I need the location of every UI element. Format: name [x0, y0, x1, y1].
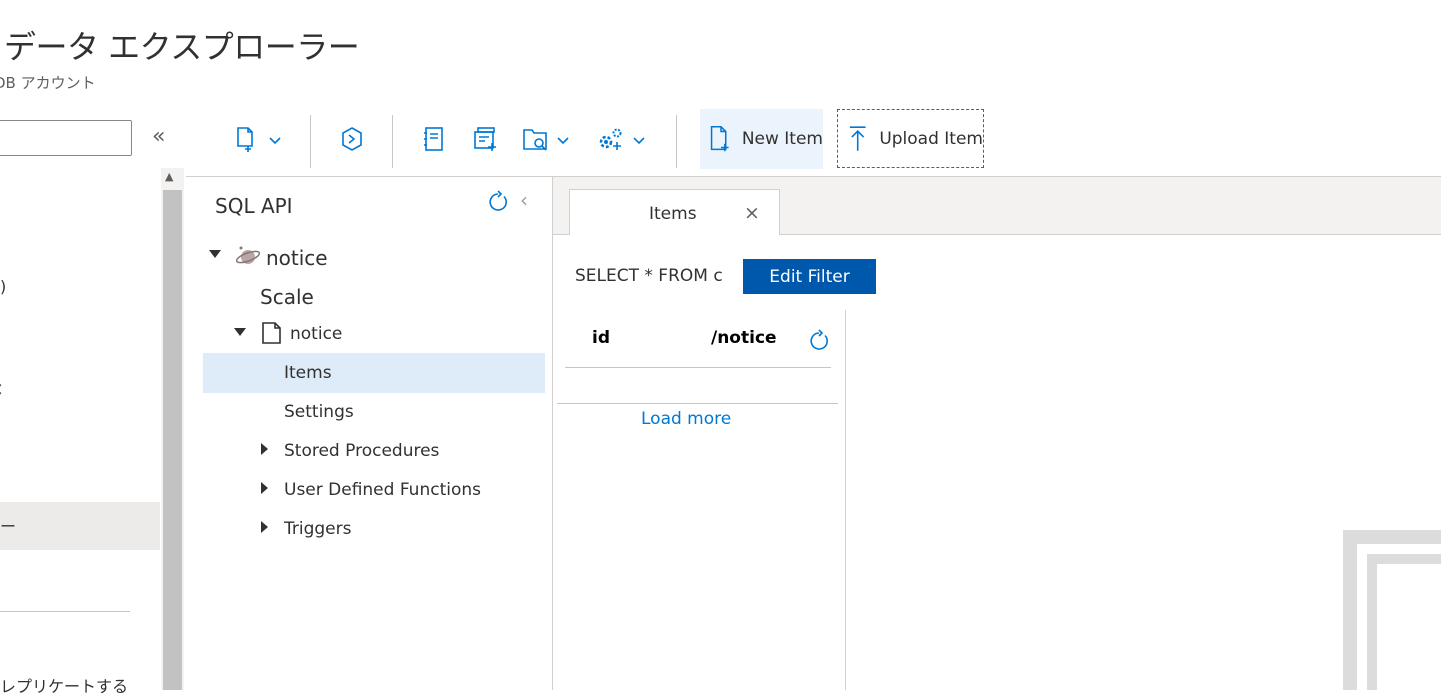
- close-tab-icon[interactable]: ×: [744, 202, 760, 224]
- new-stored-procedure-button[interactable]: [465, 122, 505, 156]
- tree-container-notice[interactable]: notice: [290, 324, 342, 344]
- page-subtitle: DB アカウント: [0, 74, 96, 92]
- tree-title: SQL API: [215, 194, 293, 218]
- notebook-icon: [424, 127, 443, 151]
- tab-items-label: Items: [649, 204, 697, 224]
- toolbar-separator: [676, 115, 677, 168]
- refresh-tree-icon[interactable]: [486, 190, 510, 218]
- query-text: SELECT * FROM c: [575, 266, 723, 286]
- column-header-partition-key[interactable]: /notice: [711, 328, 777, 348]
- nav-divider: [0, 611, 130, 612]
- edit-filter-button[interactable]: Edit Filter: [743, 259, 876, 294]
- nav-item-replicate[interactable]: レプリケートする: [0, 673, 128, 697]
- tree-item-items[interactable]: Items: [284, 363, 332, 383]
- page-title: データ エクスプローラー: [4, 28, 360, 66]
- nav-item-selected[interactable]: [0, 502, 160, 550]
- expand-database-icon[interactable]: [209, 250, 221, 258]
- grid-header-divider: [565, 367, 831, 368]
- nav-search-input[interactable]: [0, 120, 132, 156]
- tree-item-triggers[interactable]: Triggers: [284, 519, 352, 539]
- nav-item-fragment-2[interactable]: ：: [0, 375, 12, 399]
- new-sql-query-button[interactable]: [414, 122, 454, 156]
- toolbar-separator: [310, 115, 311, 168]
- collapse-nav-icon[interactable]: «: [152, 124, 165, 149]
- nav-item-fragment[interactable]: ): [0, 277, 6, 296]
- open-query-button[interactable]: [520, 122, 576, 156]
- refresh-documents-icon[interactable]: [807, 329, 831, 357]
- collapse-tree-icon[interactable]: ‹: [520, 188, 528, 212]
- column-header-id[interactable]: id: [592, 328, 610, 348]
- tree-item-udfs[interactable]: User Defined Functions: [284, 480, 481, 500]
- new-document-icon: [710, 125, 729, 152]
- settings-menu-button[interactable]: [595, 122, 653, 156]
- folder-search-icon: [523, 129, 569, 151]
- expand-udfs-icon[interactable]: [261, 482, 268, 494]
- upload-icon: [849, 125, 866, 151]
- scroll-up-icon[interactable]: ▲: [165, 170, 173, 183]
- new-item-label: New Item: [741, 129, 823, 149]
- synapse-icon: [342, 127, 362, 151]
- database-icon: [235, 244, 261, 272]
- scrollbar-thumb[interactable]: [163, 190, 182, 690]
- load-more-link[interactable]: Load more: [641, 409, 731, 429]
- grid-row-divider: [557, 403, 838, 404]
- stored-procedure-icon: [474, 127, 496, 151]
- expand-stored-procedures-icon[interactable]: [261, 443, 268, 455]
- expand-container-icon[interactable]: [234, 328, 246, 336]
- upload-item-button[interactable]: Upload Item: [837, 109, 984, 168]
- new-item-button[interactable]: New Item: [700, 109, 823, 169]
- expand-triggers-icon[interactable]: [261, 521, 268, 533]
- nav-item-selected-label: ー: [0, 517, 17, 536]
- new-container-button[interactable]: [232, 122, 288, 156]
- gears-icon: [599, 128, 645, 150]
- pane-splitter[interactable]: [552, 177, 553, 690]
- tree-item-scale[interactable]: Scale: [260, 285, 314, 309]
- tree-selection-highlight: [203, 353, 545, 393]
- tree-item-stored-procedures[interactable]: Stored Procedures: [284, 441, 439, 461]
- open-synapse-button[interactable]: [332, 122, 372, 156]
- empty-editor-illustration: [1340, 527, 1441, 690]
- upload-item-label: Upload Item: [879, 128, 983, 149]
- toolbar-separator: [392, 115, 393, 168]
- tree-database-notice[interactable]: notice: [266, 246, 328, 270]
- editor-splitter[interactable]: [845, 310, 846, 690]
- tree-item-settings[interactable]: Settings: [284, 402, 354, 422]
- container-icon: [261, 321, 283, 349]
- new-container-icon: [237, 127, 281, 152]
